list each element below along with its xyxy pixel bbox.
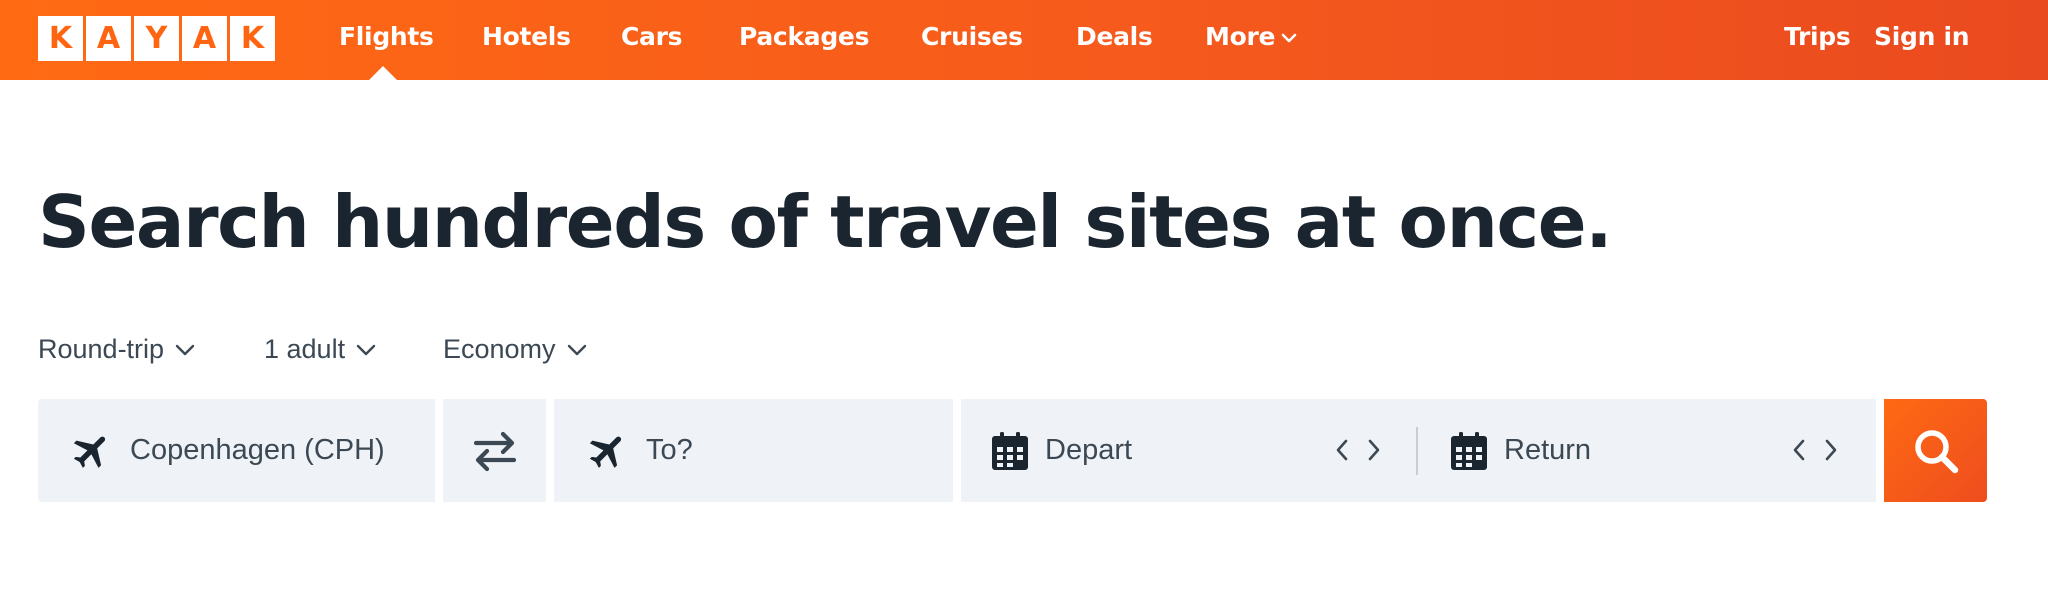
depart-placeholder: Depart — [1045, 434, 1133, 466]
chevron-right-icon[interactable] — [1824, 438, 1838, 462]
calendar-icon — [991, 431, 1029, 471]
trip-type-dropdown[interactable]: Round-trip — [38, 334, 196, 365]
chevron-down-icon — [356, 344, 376, 355]
travelers-value: 1 adult — [264, 334, 346, 364]
dates-field: Depart Return — [961, 399, 1876, 502]
trip-type-value: Round-trip — [38, 334, 165, 364]
chevron-down-icon — [175, 344, 195, 355]
nav-more-label: More — [1205, 22, 1276, 51]
page-headline: Search hundreds of travel sites at once. — [38, 180, 1613, 264]
cabin-class-value: Economy — [443, 334, 556, 364]
search-icon — [1914, 429, 1958, 473]
sign-in-link[interactable]: Sign in — [1874, 22, 1970, 51]
chevron-down-icon — [1281, 33, 1297, 43]
nav-cars[interactable]: Cars — [621, 22, 683, 51]
plane-icon — [70, 429, 114, 473]
active-tab-indicator — [369, 66, 397, 80]
nav-flights[interactable]: Flights — [339, 22, 434, 51]
origin-value: Copenhagen (CPH) — [130, 434, 385, 466]
date-divider — [1416, 427, 1418, 475]
nav-more[interactable]: More — [1205, 22, 1297, 51]
logo-letter: A — [86, 16, 131, 61]
search-button[interactable] — [1884, 399, 1987, 502]
swap-arrows-icon — [473, 431, 516, 471]
trips-link[interactable]: Trips — [1784, 22, 1851, 51]
travelers-dropdown[interactable]: 1 adult — [264, 334, 377, 365]
nav-cruises[interactable]: Cruises — [921, 22, 1023, 51]
logo-letter: K — [38, 16, 83, 61]
nav-hotels[interactable]: Hotels — [482, 22, 571, 51]
destination-field[interactable]: To? — [554, 399, 953, 502]
return-date-stepper — [1792, 438, 1838, 462]
logo-letter: A — [182, 16, 227, 61]
nav-packages[interactable]: Packages — [739, 22, 869, 51]
calendar-icon — [1450, 431, 1488, 471]
kayak-logo[interactable]: K A Y A K — [38, 16, 275, 61]
top-navigation-bar: K A Y A K Flights Hotels Cars Packages C… — [0, 0, 2048, 80]
logo-letter: K — [230, 16, 275, 61]
depart-date-stepper — [1335, 438, 1381, 462]
return-date-field[interactable]: Return — [1420, 399, 1876, 502]
chevron-left-icon[interactable] — [1792, 438, 1806, 462]
chevron-down-icon — [567, 344, 586, 355]
swap-button[interactable] — [443, 399, 546, 502]
origin-field[interactable]: Copenhagen (CPH) — [38, 399, 435, 502]
nav-deals[interactable]: Deals — [1076, 22, 1153, 51]
depart-date-field[interactable]: Depart — [961, 399, 1416, 502]
destination-placeholder: To? — [646, 434, 693, 466]
cabin-class-dropdown[interactable]: Economy — [443, 334, 588, 365]
chevron-left-icon[interactable] — [1335, 438, 1349, 462]
logo-letter: Y — [134, 16, 179, 61]
plane-icon — [586, 429, 630, 473]
return-placeholder: Return — [1504, 434, 1592, 466]
chevron-right-icon[interactable] — [1367, 438, 1381, 462]
